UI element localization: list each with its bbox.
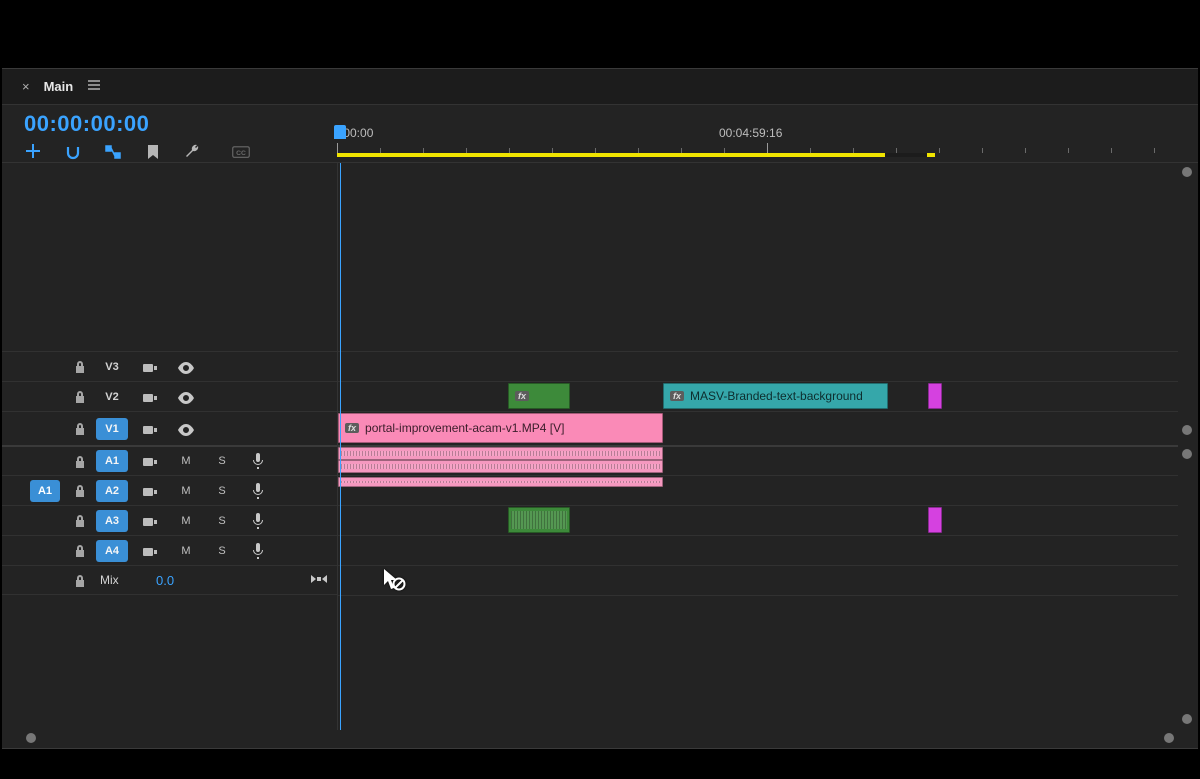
voiceover-mic-icon[interactable]: [240, 512, 276, 529]
solo-button[interactable]: S: [204, 485, 240, 497]
clip-label: portal-improvement-acam-v1.MP4 [V]: [365, 421, 564, 435]
work-area-bar[interactable]: [337, 153, 887, 157]
track-target-v2[interactable]: V2: [96, 386, 128, 408]
timeline-clip-area[interactable]: fx fxMASV-Branded-text-background fxport…: [337, 163, 1198, 730]
timeline-tab-title[interactable]: Main: [44, 79, 74, 94]
playhead-line[interactable]: [340, 163, 341, 730]
sync-lock-icon[interactable]: [132, 513, 168, 528]
voiceover-mic-icon[interactable]: [240, 453, 276, 470]
sync-lock-icon[interactable]: [132, 454, 168, 469]
vertical-zoom-bar[interactable]: [1180, 163, 1192, 730]
track-target-a4[interactable]: A4: [96, 540, 128, 562]
lock-icon[interactable]: [64, 483, 96, 499]
playhead-handle[interactable]: [334, 125, 346, 139]
lock-icon[interactable]: [64, 453, 96, 469]
clip-audio[interactable]: [338, 477, 663, 487]
track-header-a2: A1 A2 M S: [2, 475, 337, 505]
timecode-display[interactable]: 00:00:00:00: [24, 105, 337, 137]
track-header-v2: V2: [2, 381, 337, 411]
clip[interactable]: fx: [508, 383, 570, 409]
track-header-v3: V3: [2, 351, 337, 381]
voiceover-mic-icon[interactable]: [240, 482, 276, 499]
track-header-mix: Mix 0.0: [2, 565, 337, 595]
lock-icon[interactable]: [64, 513, 96, 529]
mix-track-label[interactable]: Mix: [96, 573, 128, 587]
linked-selection-icon[interactable]: [104, 143, 122, 161]
window-letterbox-bottom: [0, 749, 1200, 779]
output-assign-icon[interactable]: [301, 573, 337, 588]
panel-menu-icon[interactable]: [87, 79, 101, 94]
clip-audio[interactable]: [338, 460, 663, 473]
timeline-tools: CC: [24, 143, 337, 161]
lock-icon[interactable]: [64, 389, 96, 405]
wrench-icon[interactable]: [184, 143, 202, 161]
track-target-v1[interactable]: V1: [96, 418, 128, 440]
time-ruler[interactable]: :00:00 00:04:59:16: [337, 127, 1178, 157]
drag-not-allowed-cursor-icon: [382, 569, 406, 594]
visibility-eye-icon[interactable]: [168, 421, 204, 436]
track-header-column: V3 V2 V1: [2, 163, 337, 730]
sync-lock-icon[interactable]: [132, 483, 168, 498]
timeline-body: V3 V2 V1: [2, 163, 1198, 730]
track-header-v1: V1: [2, 411, 337, 445]
svg-text:CC: CC: [236, 150, 246, 157]
mute-button[interactable]: M: [168, 455, 204, 467]
timeline-header-right: :00:00 00:04:59:16: [337, 105, 1198, 162]
clip-audio[interactable]: [508, 507, 570, 533]
mute-button[interactable]: M: [168, 485, 204, 497]
horizontal-zoom-bar[interactable]: [16, 732, 1184, 744]
marker-icon[interactable]: [144, 143, 162, 161]
voiceover-mic-icon[interactable]: [240, 542, 276, 559]
insert-mode-icon[interactable]: [24, 143, 42, 161]
lock-icon[interactable]: [64, 543, 96, 559]
track-target-a1[interactable]: A1: [96, 450, 128, 472]
track-header-a3: A3 M S: [2, 505, 337, 535]
source-patch-a1[interactable]: A1: [30, 480, 60, 502]
solo-button[interactable]: S: [204, 515, 240, 527]
visibility-eye-icon[interactable]: [168, 359, 204, 374]
clip-audio[interactable]: [928, 507, 942, 533]
solo-button[interactable]: S: [204, 545, 240, 557]
clip[interactable]: fxportal-improvement-acam-v1.MP4 [V]: [338, 413, 663, 443]
sync-lock-icon[interactable]: [132, 421, 168, 436]
solo-button[interactable]: S: [204, 455, 240, 467]
captions-icon[interactable]: CC: [232, 143, 250, 161]
timeline-panel: × Main 00:00:00:00: [2, 68, 1198, 749]
sync-lock-icon[interactable]: [132, 359, 168, 374]
mute-button[interactable]: M: [168, 545, 204, 557]
mix-gain-value[interactable]: 0.0: [156, 573, 174, 588]
clip[interactable]: [928, 383, 942, 409]
timeline-header-left: 00:00:00:00 CC: [2, 105, 337, 162]
window-letterbox-top: [0, 0, 1200, 68]
sync-lock-icon[interactable]: [132, 389, 168, 404]
track-header-a1: A1 M S: [2, 445, 337, 475]
visibility-eye-icon[interactable]: [168, 389, 204, 404]
ruler-label: 00:04:59:16: [719, 126, 782, 140]
lock-icon[interactable]: [64, 572, 96, 588]
clip-audio[interactable]: [338, 447, 663, 460]
timeline-tabbar: × Main: [2, 69, 1198, 105]
lock-icon[interactable]: [64, 421, 96, 437]
lock-icon[interactable]: [64, 359, 96, 375]
timeline-header: 00:00:00:00 CC: [2, 105, 1198, 163]
track-target-v3[interactable]: V3: [96, 356, 128, 378]
snap-icon[interactable]: [64, 143, 82, 161]
track-target-a2[interactable]: A2: [96, 480, 128, 502]
track-target-a3[interactable]: A3: [96, 510, 128, 532]
sync-lock-icon[interactable]: [132, 543, 168, 558]
clip-label: MASV-Branded-text-background: [690, 389, 863, 403]
clip[interactable]: fxMASV-Branded-text-background: [663, 383, 888, 409]
close-tab-icon[interactable]: ×: [22, 79, 30, 94]
mute-button[interactable]: M: [168, 515, 204, 527]
track-header-a4: A4 M S: [2, 535, 337, 565]
